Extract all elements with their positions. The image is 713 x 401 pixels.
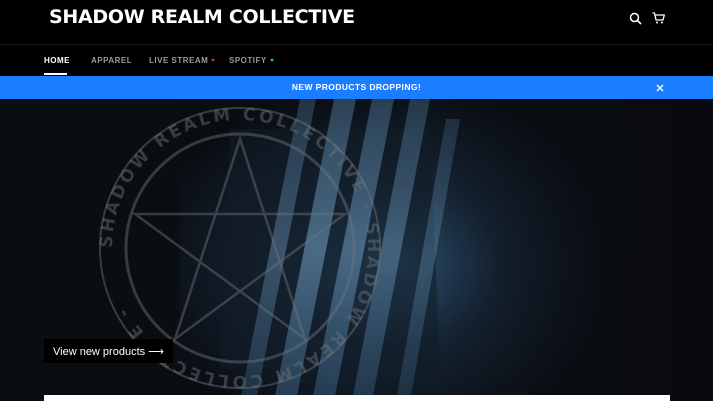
close-icon[interactable] (654, 82, 665, 93)
announcement-text: NEW PRODUCTS DROPPING! (291, 82, 422, 92)
brand-logo[interactable]: SHADOW REALM COLLECTIVE (49, 6, 355, 28)
search-icon[interactable] (626, 9, 644, 27)
nav-item-label: APPAREL (91, 56, 133, 65)
nav-item-apparel[interactable]: APPAREL (91, 56, 132, 65)
content-card (44, 395, 670, 401)
active-nav-indicator (44, 73, 67, 75)
announcement-bar: NEW PRODUCTS DROPPING! (0, 76, 713, 99)
cart-icon[interactable] (649, 9, 667, 27)
chevron-down-icon (269, 59, 274, 62)
main-nav: HOME APPAREL LIVE STREAM SPOTIFY (0, 45, 713, 76)
site-header: SHADOW REALM COLLECTIVE (0, 0, 713, 44)
nav-item-live-stream[interactable]: LIVE STREAM (149, 56, 216, 65)
nav-item-home[interactable]: HOME (44, 56, 70, 65)
nav-item-spotify[interactable]: SPOTIFY (229, 56, 274, 65)
nav-item-label: LIVE STREAM (149, 56, 209, 65)
view-products-button[interactable]: View new products ⟶ (44, 339, 173, 363)
chevron-down-icon (211, 59, 216, 62)
nav-item-label: HOME (44, 56, 70, 65)
nav-item-label: SPOTIFY (229, 56, 267, 65)
